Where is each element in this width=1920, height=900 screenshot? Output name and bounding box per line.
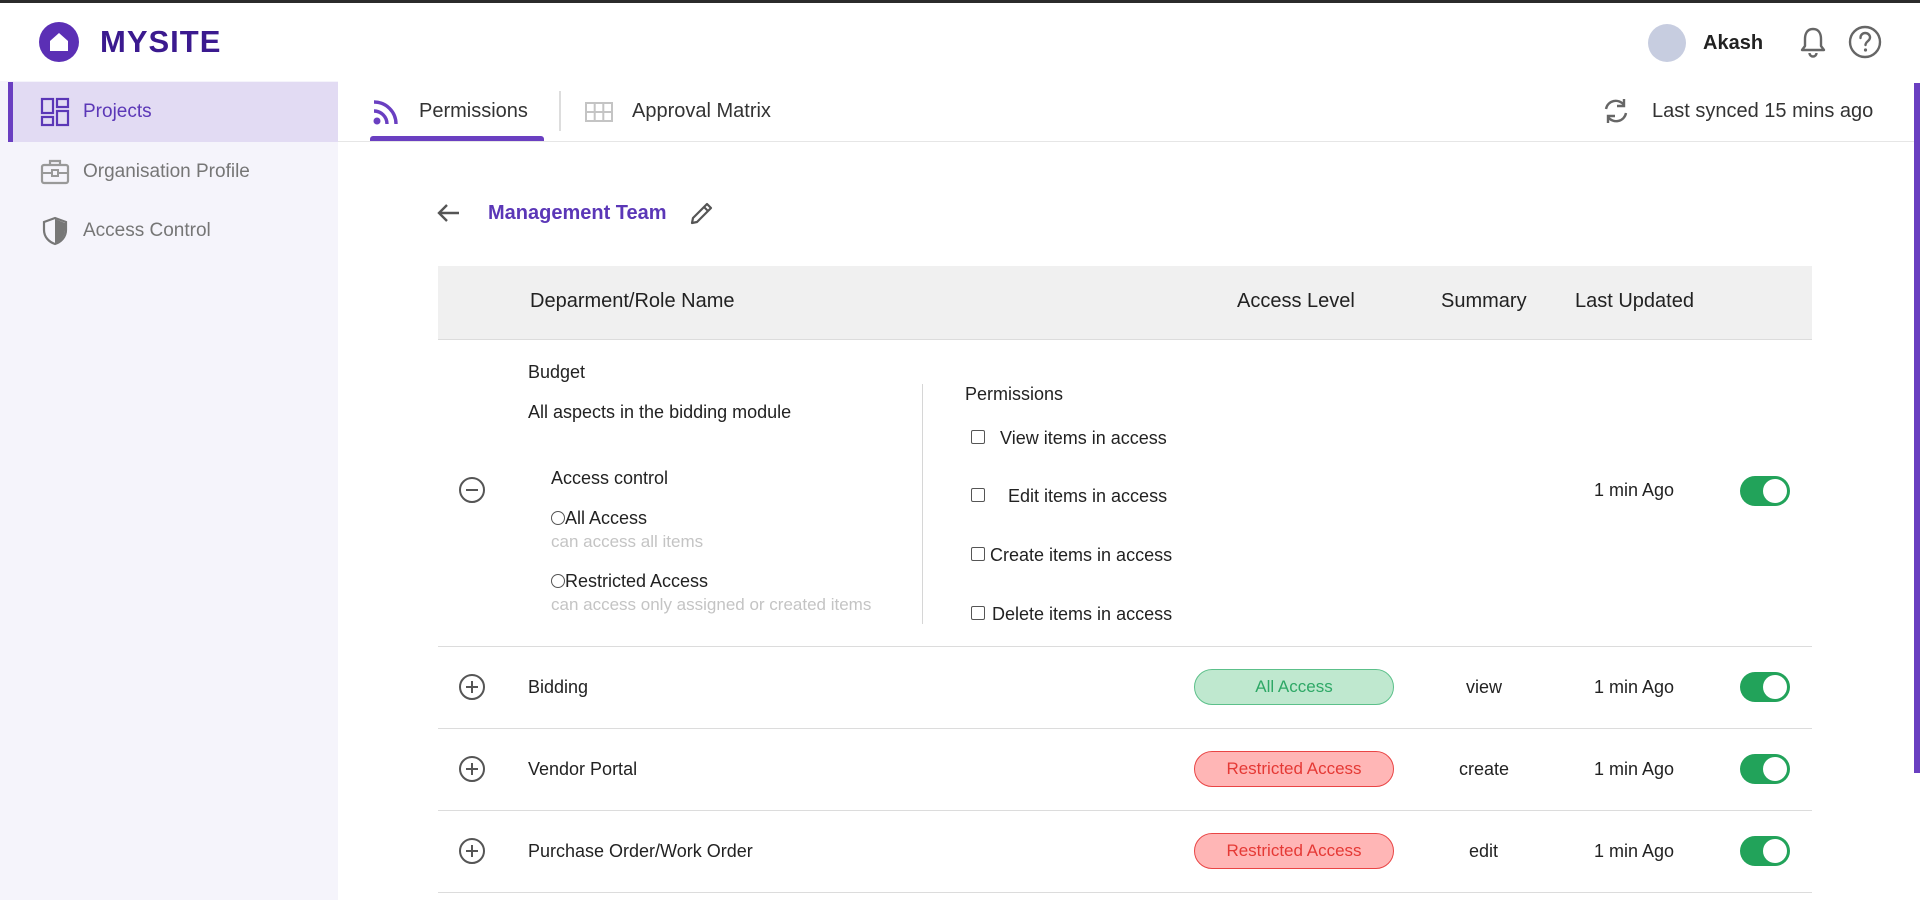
table-row: Vendor Portal Restricted Access create 1… bbox=[438, 729, 1812, 811]
expand-circle-icon[interactable] bbox=[458, 837, 486, 865]
radio-restricted-access[interactable]: Restricted Access bbox=[551, 571, 708, 592]
expand-circle-icon[interactable] bbox=[458, 755, 486, 783]
tab-divider bbox=[559, 91, 561, 131]
bell-icon[interactable] bbox=[1797, 25, 1829, 59]
sync-status: Last synced 15 mins ago bbox=[1600, 95, 1873, 127]
sidebar-item-label: Access Control bbox=[83, 220, 211, 241]
row-name: Bidding bbox=[528, 677, 589, 697]
enabled-toggle[interactable] bbox=[1740, 836, 1790, 866]
enabled-toggle[interactable] bbox=[1740, 672, 1790, 702]
table-row: Bidding All Access view 1 min Ago bbox=[438, 647, 1812, 729]
radio-button[interactable] bbox=[551, 511, 565, 525]
checkbox[interactable] bbox=[971, 547, 985, 561]
pencil-icon[interactable] bbox=[688, 199, 716, 227]
dashboard-icon bbox=[40, 97, 70, 127]
toggle-knob bbox=[1763, 479, 1787, 503]
app-header: MYSITE Akash bbox=[0, 3, 1920, 81]
checkbox[interactable] bbox=[971, 488, 985, 502]
column-header-access-level: Access Level bbox=[1237, 290, 1355, 312]
row-summary: view bbox=[1466, 677, 1503, 697]
help-icon[interactable] bbox=[1847, 24, 1883, 60]
checkbox-label: View items in access bbox=[1000, 428, 1167, 448]
permission-edit[interactable]: Edit items in access bbox=[971, 486, 1167, 507]
column-header-last-updated: Last Updated bbox=[1575, 290, 1694, 312]
expand-circle-icon[interactable] bbox=[458, 673, 486, 701]
radio-button[interactable] bbox=[551, 574, 565, 588]
user-name[interactable]: Akash bbox=[1703, 32, 1763, 55]
permission-delete[interactable]: Delete items in access bbox=[971, 604, 1172, 625]
toggle-knob bbox=[1763, 839, 1787, 863]
enabled-toggle[interactable] bbox=[1740, 754, 1790, 784]
radio-label: All Access bbox=[565, 508, 648, 528]
permission-create[interactable]: Create items in access bbox=[971, 545, 1172, 566]
access-badge: Restricted Access bbox=[1194, 751, 1394, 787]
briefcase-icon bbox=[40, 159, 70, 185]
page-title: Management Team bbox=[488, 202, 667, 224]
house-logo-icon bbox=[39, 22, 79, 62]
last-updated: 1 min Ago bbox=[1594, 759, 1675, 779]
arrow-left-icon[interactable] bbox=[436, 200, 462, 226]
last-updated: 1 min Ago bbox=[1594, 480, 1675, 500]
last-updated: 1 min Ago bbox=[1594, 841, 1675, 861]
permissions-label: Permissions bbox=[965, 384, 1064, 404]
checkbox-label: Create items in access bbox=[990, 545, 1173, 565]
radio-hint: can access all items bbox=[551, 532, 704, 551]
column-header-name: Deparment/Role Name bbox=[530, 290, 735, 312]
row-name: Budget bbox=[528, 362, 586, 382]
row-summary: create bbox=[1459, 759, 1510, 779]
table-row: Purchase Order/Work Order Restricted Acc… bbox=[438, 811, 1812, 893]
access-badge: All Access bbox=[1194, 669, 1394, 705]
rss-icon bbox=[373, 99, 398, 124]
row-name: Purchase Order/Work Order bbox=[528, 841, 753, 861]
row-description: All aspects in the bidding module bbox=[528, 402, 792, 422]
sidebar-item-projects[interactable]: Projects bbox=[8, 82, 338, 142]
checkbox-label: Edit items in access bbox=[1008, 486, 1168, 506]
radio-label: Restricted Access bbox=[565, 571, 709, 591]
checkbox[interactable] bbox=[971, 606, 985, 620]
sidebar-item-label: Projects bbox=[83, 101, 152, 122]
tab-label: Approval Matrix bbox=[632, 100, 771, 122]
enabled-toggle[interactable] bbox=[1740, 476, 1790, 506]
shield-icon bbox=[42, 216, 68, 246]
collapse-circle-icon[interactable] bbox=[458, 476, 486, 504]
radio-hint: can access only assigned or created item… bbox=[551, 595, 872, 614]
permission-view[interactable]: View items in access bbox=[971, 428, 1167, 449]
table-row-expanded: Budget All aspects in the bidding module… bbox=[438, 340, 1812, 647]
toggle-knob bbox=[1763, 675, 1787, 699]
column-header-summary: Summary bbox=[1441, 290, 1527, 312]
user-menu[interactable]: Akash bbox=[1648, 24, 1763, 62]
toggle-knob bbox=[1763, 757, 1787, 781]
last-updated: 1 min Ago bbox=[1594, 677, 1675, 697]
access-control-label: Access control bbox=[551, 468, 669, 488]
grid-icon bbox=[585, 101, 613, 122]
row-summary: edit bbox=[1469, 841, 1499, 861]
brand-name: MYSITE bbox=[100, 24, 222, 59]
checkbox[interactable] bbox=[971, 430, 985, 444]
last-synced-text: Last synced 15 mins ago bbox=[1652, 99, 1874, 122]
scrollbar-thumb[interactable] bbox=[1914, 83, 1920, 773]
sidebar: Projects Organisation Profile Access Con… bbox=[0, 81, 338, 900]
tab-label: Permissions bbox=[419, 100, 528, 122]
sidebar-item-access-control[interactable]: Access Control bbox=[8, 201, 338, 261]
tab-permissions[interactable]: Permissions bbox=[370, 81, 544, 142]
brand-logo[interactable]: MYSITE bbox=[38, 21, 221, 63]
sync-icon[interactable] bbox=[1600, 95, 1632, 127]
avatar[interactable] bbox=[1648, 24, 1686, 62]
access-badge: Restricted Access bbox=[1194, 833, 1394, 869]
table-header: Deparment/Role Name Access Level Summary… bbox=[438, 266, 1812, 340]
checkbox-label: Delete items in access bbox=[992, 604, 1173, 624]
row-name: Vendor Portal bbox=[528, 759, 638, 779]
radio-all-access[interactable]: All Access bbox=[551, 508, 647, 529]
active-tab-indicator bbox=[370, 136, 544, 141]
sidebar-item-organisation-profile[interactable]: Organisation Profile bbox=[8, 142, 338, 202]
tab-bar: Permissions Approval Matrix Last synced … bbox=[338, 81, 1920, 142]
tab-approval-matrix[interactable]: Approval Matrix bbox=[583, 81, 771, 142]
sidebar-item-label: Organisation Profile bbox=[83, 161, 250, 182]
vertical-divider bbox=[922, 384, 923, 624]
